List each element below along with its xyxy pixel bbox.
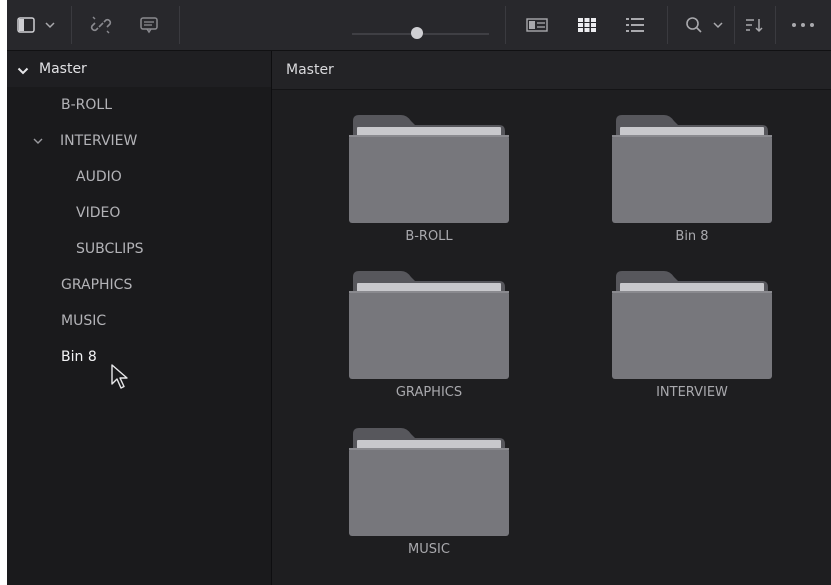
metadata-view-icon[interactable]	[521, 0, 553, 50]
master-bin-label: Master	[39, 61, 87, 77]
bin-sidebar: Master B-ROLL INTERVIEW AUDIO VIDEO SUBC…	[7, 51, 272, 585]
folder-icon	[349, 115, 509, 223]
breadcrumb: Master	[272, 51, 831, 90]
mouse-pointer-icon	[111, 364, 128, 389]
chevron-down-icon[interactable]	[39, 0, 61, 50]
toolbar-divider	[667, 6, 668, 44]
folder-icon	[349, 271, 509, 379]
bin-label: INTERVIEW	[60, 133, 138, 149]
sidebar-item-b-roll[interactable]: B-ROLL	[7, 87, 271, 123]
bin-label: VIDEO	[76, 205, 121, 221]
more-icon[interactable]	[781, 0, 825, 50]
toolbar-divider	[179, 6, 180, 44]
bin-tile-b-roll[interactable]: B-ROLL	[349, 113, 509, 263]
bin-tile-interview[interactable]: INTERVIEW	[612, 269, 772, 419]
comment-icon[interactable]	[135, 0, 163, 50]
sidebar-item-graphics[interactable]: GRAPHICS	[7, 267, 271, 303]
bin-tile-label: INTERVIEW	[656, 385, 728, 400]
bin-tile-label: MUSIC	[408, 542, 450, 557]
bin-tile-graphics[interactable]: GRAPHICS	[349, 269, 509, 419]
bin-tile-label: Bin 8	[675, 229, 709, 244]
bin-label: Bin 8	[61, 349, 97, 365]
chevron-down-icon[interactable]	[17, 60, 29, 79]
current-bin-title: Master	[286, 62, 334, 78]
folder-icon	[612, 271, 772, 379]
bin-tile-music[interactable]: MUSIC	[349, 426, 509, 576]
toolbar-divider	[775, 6, 776, 44]
chevron-down-icon[interactable]	[33, 133, 43, 149]
media-pool-window: Master B-ROLL INTERVIEW AUDIO VIDEO SUBC…	[7, 0, 831, 585]
sort-icon[interactable]	[741, 0, 767, 50]
sidebar-item-bin-8[interactable]: Bin 8	[7, 339, 271, 375]
bin-tile-label: B-ROLL	[405, 229, 453, 244]
search-icon[interactable]	[681, 0, 707, 50]
toolbar-divider	[505, 6, 506, 44]
bin-label: AUDIO	[76, 169, 122, 185]
folder-icon	[612, 115, 772, 223]
sidebar-item-music[interactable]: MUSIC	[7, 303, 271, 339]
unlink-icon[interactable]	[87, 0, 115, 50]
bin-label: SUBCLIPS	[76, 241, 144, 257]
chevron-down-icon[interactable]	[707, 0, 729, 50]
folder-icon	[349, 428, 509, 536]
toolbar-divider	[734, 6, 735, 44]
toolbar-divider	[71, 6, 72, 44]
sidebar-item-video[interactable]: VIDEO	[7, 195, 271, 231]
sidebar-toggle-icon[interactable]	[13, 0, 39, 50]
sidebar-item-subclips[interactable]: SUBCLIPS	[7, 231, 271, 267]
bin-label: GRAPHICS	[61, 277, 133, 293]
zoom-slider-knob[interactable]	[411, 27, 423, 39]
bin-label: MUSIC	[61, 313, 107, 329]
bin-tile-label: GRAPHICS	[395, 385, 463, 400]
toolbar	[7, 0, 831, 51]
thumbnail-view-icon[interactable]	[573, 0, 601, 50]
sidebar-item-interview[interactable]: INTERVIEW	[7, 123, 271, 159]
bin-content-area: Master B-ROLL Bin 8 GRAPHICS INTERVIEW M…	[272, 51, 831, 585]
master-bin-row[interactable]: Master	[7, 51, 271, 87]
list-view-icon[interactable]	[621, 0, 649, 50]
bin-tile-bin-8[interactable]: Bin 8	[612, 113, 772, 263]
sidebar-item-audio[interactable]: AUDIO	[7, 159, 271, 195]
bin-label: B-ROLL	[61, 97, 113, 113]
